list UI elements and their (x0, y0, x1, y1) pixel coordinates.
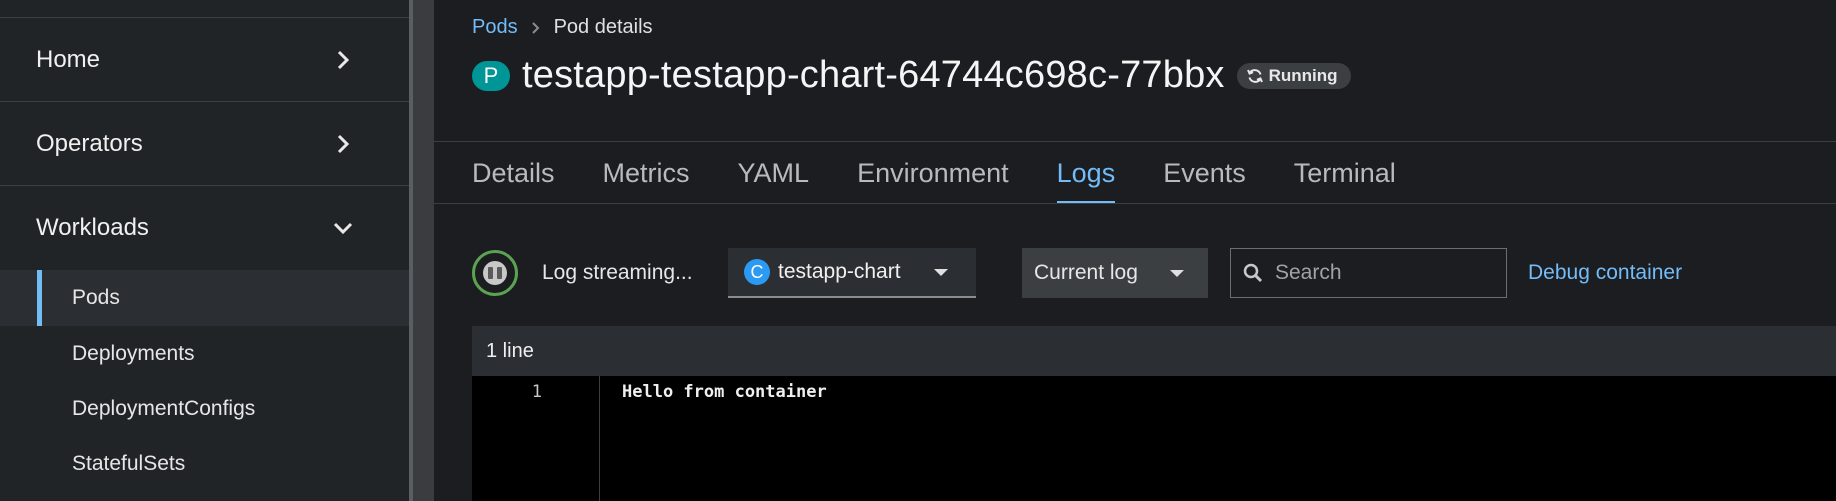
breadcrumb-current: Pod details (553, 16, 653, 38)
log-line-count: 1 line (486, 339, 534, 362)
log-type-value: Current log (1034, 261, 1138, 284)
status-badge: Running (1236, 62, 1351, 89)
sidebar-group-label: Operators (36, 129, 143, 157)
caret-down-icon (1170, 269, 1184, 277)
container-select-value: testapp-chart (778, 260, 901, 283)
log-streaming-status: Log streaming... (542, 261, 693, 284)
sidebar-group-operators[interactable]: Operators (0, 102, 409, 186)
sidebar-group-label: Home (36, 45, 101, 73)
log-search (1230, 248, 1507, 298)
log-viewer[interactable]: 1 Hello from container (472, 376, 1836, 501)
sidebar: Home Operators Workloads Pods Deployment… (0, 0, 409, 501)
log-line-text: Hello from container (622, 382, 827, 402)
tab-events[interactable]: Events (1163, 142, 1246, 204)
pod-resource-badge: P (472, 60, 510, 91)
sidebar-resize-handle[interactable] (409, 0, 434, 501)
search-input[interactable] (1275, 261, 1475, 285)
debug-container-link[interactable]: Debug container (1528, 261, 1682, 285)
sidebar-item-pods[interactable]: Pods (0, 270, 409, 326)
tab-details[interactable]: Details (472, 142, 555, 204)
sidebar-item-label: DeploymentConfigs (72, 397, 256, 420)
pause-icon (483, 261, 507, 285)
breadcrumb: Pods Pod details (472, 16, 653, 39)
log-toolbar: Log streaming... C testapp-chart Current… (472, 248, 1836, 298)
chevron-right-icon (331, 48, 355, 72)
tab-bar: Details Metrics YAML Environment Logs Ev… (472, 142, 1444, 204)
main-content: Pods Pod details P testapp-testapp-chart… (434, 0, 1836, 501)
tab-environment[interactable]: Environment (857, 142, 1009, 204)
tab-yaml[interactable]: YAML (738, 142, 810, 204)
sidebar-group-home[interactable]: Home (0, 18, 409, 102)
sidebar-item-statefulsets[interactable]: StatefulSets (0, 436, 409, 492)
sidebar-item-label: StatefulSets (72, 452, 186, 475)
sidebar-group-label: Workloads (36, 214, 149, 241)
container-badge: C (744, 259, 770, 285)
container-select[interactable]: C testapp-chart (728, 248, 976, 298)
sync-icon (1246, 68, 1263, 84)
sidebar-item-deploymentconfigs[interactable]: DeploymentConfigs (0, 381, 409, 437)
sidebar-item-deployments[interactable]: Deployments (0, 326, 409, 382)
sidebar-item-label: Pods (72, 286, 120, 309)
search-icon (1243, 263, 1263, 283)
chevron-right-icon (531, 21, 540, 34)
chevron-down-icon (331, 216, 355, 240)
tab-logs[interactable]: Logs (1056, 142, 1115, 204)
line-number: 1 (531, 382, 542, 402)
log-type-select[interactable]: Current log (1022, 248, 1208, 298)
log-viewer-header: 1 line (472, 326, 1836, 376)
chevron-right-icon (331, 132, 355, 156)
status-text: Running (1268, 65, 1338, 85)
tab-metrics[interactable]: Metrics (603, 142, 690, 204)
tabs-divider (434, 203, 1836, 204)
page-title-row: P testapp-testapp-chart-64744c698c-77bbx… (472, 54, 1351, 97)
page-title: testapp-testapp-chart-64744c698c-77bbx (522, 54, 1225, 96)
pause-stream-button[interactable] (472, 250, 518, 296)
caret-down-icon (934, 268, 948, 276)
breadcrumb-pods-link[interactable]: Pods (472, 16, 518, 39)
tab-terminal[interactable]: Terminal (1294, 142, 1396, 204)
sidebar-group-workloads[interactable]: Workloads (0, 186, 409, 270)
sidebar-item-label: Deployments (72, 342, 195, 365)
